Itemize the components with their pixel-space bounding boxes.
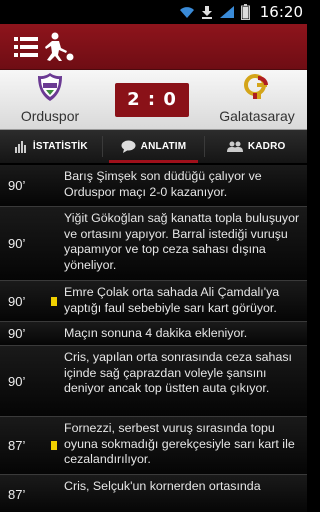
commentary-row: 90’ Maçın sonuna 4 dakika ekleniyor. bbox=[0, 322, 307, 346]
wifi-icon bbox=[179, 7, 194, 18]
commentary-row: 87’ Fornezzi, serbest vuruş sırasında to… bbox=[0, 417, 307, 475]
tab-statistics[interactable]: İSTATİSTİK bbox=[0, 130, 102, 163]
commentary-card-slot bbox=[44, 475, 64, 512]
tab-bar: İSTATİSTİK ANLATIM KADRO bbox=[0, 130, 307, 164]
away-team[interactable]: Galatasaray bbox=[207, 72, 307, 124]
group-icon bbox=[226, 141, 243, 152]
commentary-minute: 90’ bbox=[8, 236, 26, 251]
commentary-text: Maçın sonuna 4 dakika ekleniyor. bbox=[64, 326, 248, 340]
commentary-minute: 87’ bbox=[8, 487, 26, 502]
home-team-name: Orduspor bbox=[20, 108, 80, 124]
commentary-card-slot bbox=[44, 346, 64, 416]
download-icon bbox=[201, 6, 212, 19]
commentary-text: Barış Şimşek son düdüğü çalıyor ve Ordus… bbox=[64, 169, 262, 199]
commentary-minute: 90’ bbox=[8, 293, 26, 309]
commentary-text: Cris, yapılan orta sonrasında ceza sahas… bbox=[64, 350, 292, 395]
commentary-card-slot bbox=[44, 165, 64, 206]
status-icons: 16:20 bbox=[179, 0, 303, 24]
menu-football-icon[interactable] bbox=[14, 32, 74, 62]
home-team[interactable]: Orduspor bbox=[0, 72, 100, 124]
commentary-row: 90’ Cris, yapılan orta sonrasında ceza s… bbox=[0, 346, 307, 417]
app-bar bbox=[0, 24, 307, 70]
commentary-text: Emre Çolak orta sahada Ali Çamdalı'ya ya… bbox=[64, 285, 280, 315]
bar-chart-icon bbox=[14, 140, 26, 153]
commentary-card-slot bbox=[44, 417, 64, 474]
yellow-card-icon bbox=[51, 296, 57, 306]
status-time: 16:20 bbox=[259, 3, 303, 21]
commentary-row: 90’ Barış Şimşek son düdüğü çalıyor ve O… bbox=[0, 165, 307, 207]
signal-icon bbox=[219, 6, 234, 18]
tab-squad[interactable]: KADRO bbox=[205, 130, 307, 163]
score-header: Orduspor 2 : 0 Galatasaray bbox=[0, 70, 307, 130]
commentary-text: Fornezzi, serbest vuruş sırasında topu o… bbox=[64, 421, 295, 466]
commentary-row: 90’ Emre Çolak orta sahada Ali Çamdalı'y… bbox=[0, 281, 307, 322]
tab-squad-label: KADRO bbox=[247, 141, 286, 152]
tab-commentary-label: ANLATIM bbox=[140, 141, 187, 152]
commentary-minute: 90’ bbox=[8, 373, 26, 389]
commentary-list[interactable]: 90’ Barış Şimşek son düdüğü çalıyor ve O… bbox=[0, 165, 307, 512]
commentary-minute: 90’ bbox=[8, 326, 26, 341]
commentary-text: Cris, Selçuk'un kornerden ortasında bbox=[64, 479, 261, 493]
commentary-minute: 87’ bbox=[8, 438, 26, 453]
commentary-row: 90’ Yiğit Gökoğlan sağ kanatta topla bul… bbox=[0, 207, 307, 281]
speech-bubble-icon bbox=[121, 140, 136, 153]
tab-statistics-label: İSTATİSTİK bbox=[32, 141, 88, 152]
galatasaray-logo-icon bbox=[244, 74, 268, 99]
commentary-card-slot bbox=[44, 322, 64, 345]
commentary-text: Yiğit Gökoğlan sağ kanatta topla buluşuy… bbox=[64, 211, 300, 272]
score: 2 : 0 bbox=[115, 83, 189, 117]
tab-commentary[interactable]: ANLATIM bbox=[103, 130, 205, 163]
commentary-card-slot bbox=[44, 281, 64, 321]
commentary-row: 87’ Cris, Selçuk'un kornerden ortasında bbox=[0, 475, 307, 512]
status-bar: 16:20 bbox=[0, 0, 307, 24]
commentary-minute: 90’ bbox=[8, 178, 26, 193]
orduspor-logo-icon bbox=[38, 73, 62, 101]
battery-icon bbox=[240, 4, 250, 20]
away-team-name: Galatasaray bbox=[219, 108, 295, 124]
yellow-card-icon bbox=[51, 441, 57, 450]
commentary-card-slot bbox=[44, 207, 64, 280]
